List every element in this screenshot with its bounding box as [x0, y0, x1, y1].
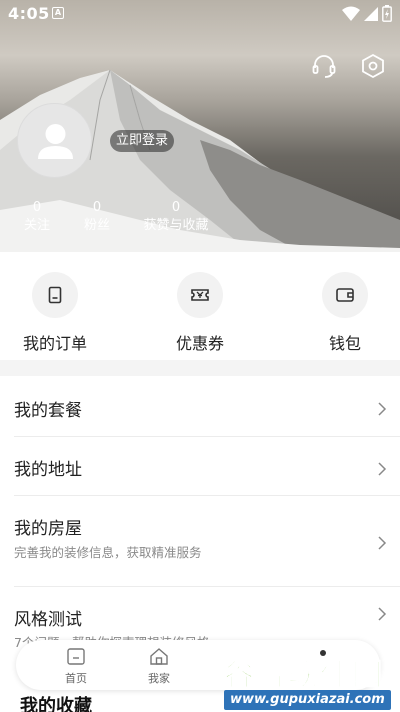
notification-icon: A [52, 7, 64, 19]
wallet-button[interactable]: 钱包 [300, 272, 390, 354]
chevron-right-icon [378, 402, 387, 416]
watermark-url: www.gupuxiazai.com [224, 690, 391, 710]
stat-value: 0 [92, 200, 102, 215]
watermark-main-text: 谷普软件园 [223, 657, 384, 693]
order-icon [48, 286, 62, 304]
stat-following[interactable]: 0 关注 [22, 200, 52, 236]
login-button[interactable]: 立即登录 [110, 130, 175, 152]
menu-item-title: 我的地址 [14, 460, 82, 480]
stat-likes[interactable]: 0 获赞与收藏 [142, 200, 210, 236]
nav-label: 首页 [65, 672, 87, 685]
chevron-right-icon [378, 536, 387, 550]
menu-item-subtitle: 完善我的装修信息，获取精准服务 [14, 545, 202, 560]
favorites-title: 我的收藏 [20, 696, 92, 712]
house-icon [150, 648, 168, 665]
menu-item-title: 风格测试 [14, 610, 82, 630]
status-bar: 4:05 A [0, 0, 400, 28]
stat-followers[interactable]: 0 粉丝 [80, 200, 114, 236]
quick-action-label: 钱包 [328, 334, 361, 353]
stat-value: 0 [171, 200, 181, 215]
stat-label: 关注 [23, 218, 50, 233]
nav-item-3[interactable] [222, 647, 262, 648]
quick-actions: 我的订单 优惠券 钱包 [0, 252, 400, 360]
nav-home[interactable]: 首页 [56, 647, 96, 686]
wallet-icon-circle [322, 272, 368, 318]
quick-action-label: 优惠券 [175, 334, 224, 353]
chevron-right-icon [378, 462, 387, 476]
settings-icon[interactable] [360, 53, 386, 79]
stat-label: 获赞与收藏 [143, 218, 209, 233]
menu-item-title: 我的套餐 [14, 401, 82, 421]
nav-item-4[interactable] [305, 647, 345, 648]
status-icons [342, 5, 392, 22]
menu-item-house[interactable]: 我的房屋 完善我的装修信息，获取精准服务 [0, 496, 400, 576]
menu-item-title: 我的房屋 [14, 519, 82, 539]
quick-action-label: 我的订单 [22, 334, 87, 353]
coupons-button[interactable]: 优惠券 [155, 272, 245, 354]
status-time: 4:05 [8, 4, 50, 23]
nav-label: 我家 [148, 672, 170, 685]
wifi-icon [342, 6, 360, 21]
avatar[interactable] [17, 103, 92, 178]
signal-icon [364, 6, 378, 21]
stat-value: 0 [32, 200, 42, 215]
stat-label: 粉丝 [83, 218, 110, 233]
profile-header: 4:05 A 立即登录 0 关注 0 粉丝 0 获赞与收藏 [0, 0, 400, 252]
menu-item-address[interactable]: 我的地址 [0, 437, 400, 495]
order-icon-circle [32, 272, 78, 318]
watermark: 谷普软件园 www.gupuxiazai.com [218, 650, 400, 712]
coupon-icon [191, 289, 209, 301]
battery-icon [382, 5, 392, 22]
user-icon [38, 124, 73, 159]
my-orders-button[interactable]: 我的订单 [10, 272, 100, 354]
wallet-icon [336, 288, 354, 302]
chevron-right-icon [378, 607, 387, 621]
home-icon [67, 648, 85, 665]
headset-icon[interactable] [311, 53, 337, 79]
nav-my-home[interactable]: 我家 [139, 647, 179, 686]
menu-item-packages[interactable]: 我的套餐 [0, 376, 400, 436]
coupon-icon-circle [177, 272, 223, 318]
